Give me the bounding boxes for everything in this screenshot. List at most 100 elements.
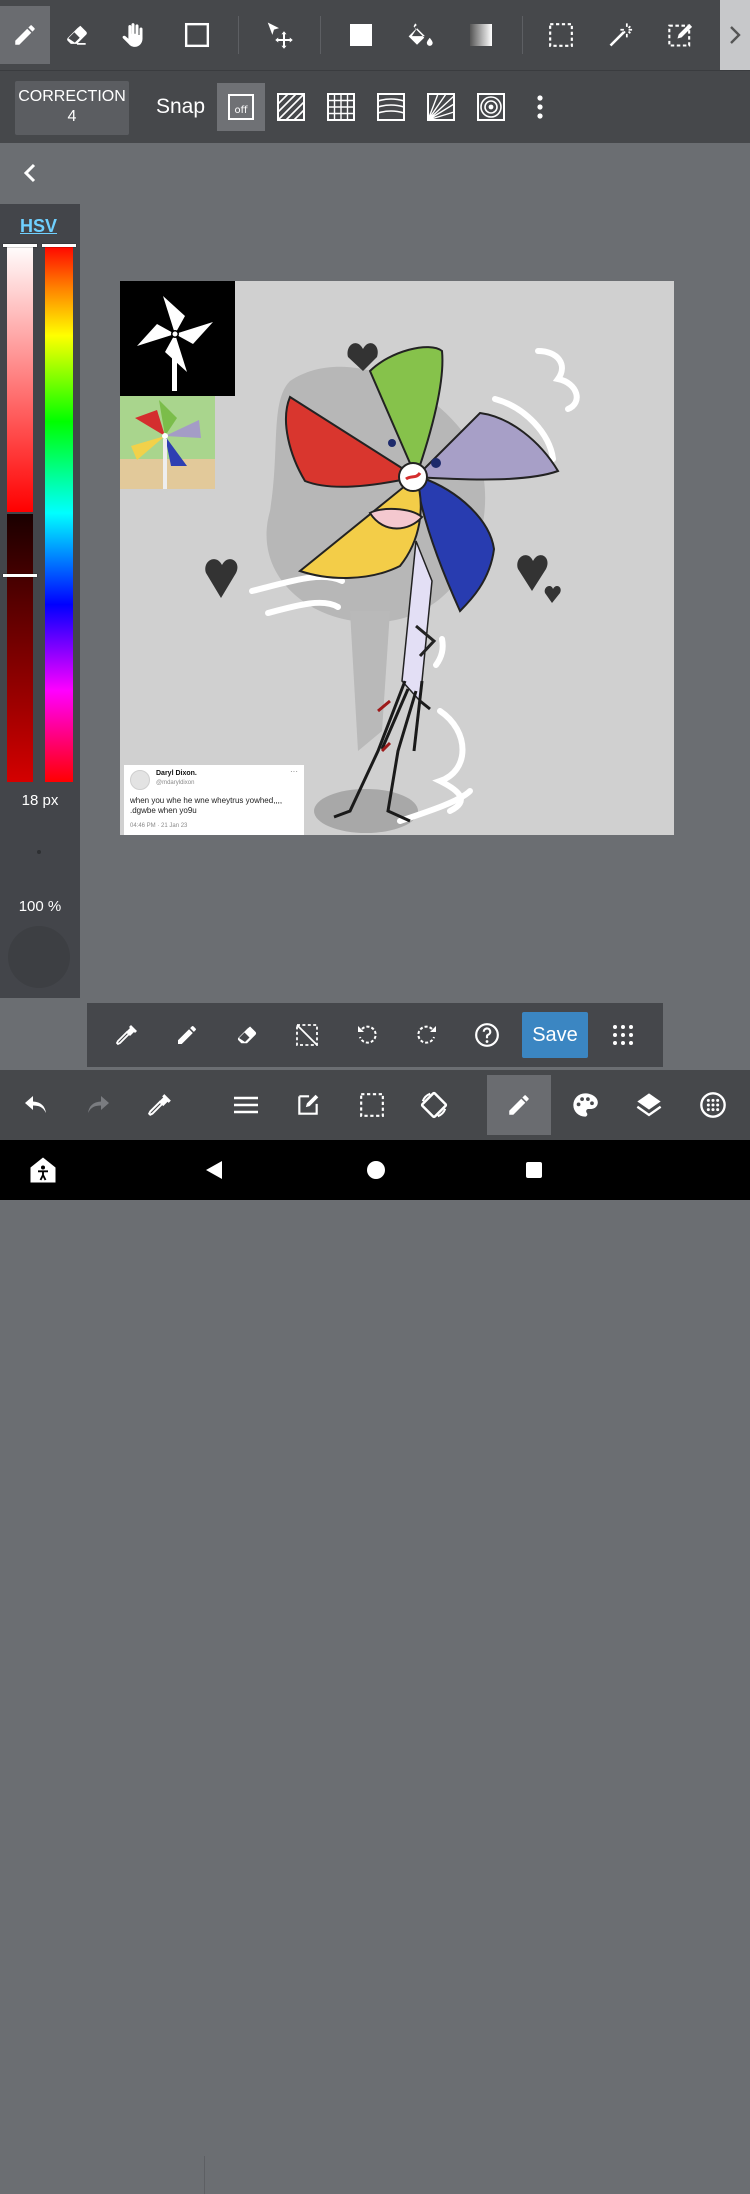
saturation-slider[interactable] <box>7 244 33 512</box>
eraser-tool-button[interactable] <box>52 6 102 64</box>
tweet-author-name: Daryl Dixon. <box>156 770 197 777</box>
save-button[interactable]: Save <box>522 1012 588 1058</box>
collapse-panel-button[interactable] <box>14 158 46 188</box>
home-accessibility-icon <box>30 1157 56 1183</box>
redo-button[interactable] <box>66 1075 130 1135</box>
brush-panel-button[interactable] <box>487 1075 551 1135</box>
magic-wand-tool-button[interactable] <box>596 6 646 64</box>
select-pen-icon <box>668 23 693 47</box>
hue-slider[interactable] <box>45 244 73 782</box>
more-vertical-icon <box>537 95 543 119</box>
pencil-icon <box>15 25 35 45</box>
accessibility-button[interactable] <box>26 1154 60 1186</box>
tweet-avatar <box>130 770 150 790</box>
square-outline-icon <box>184 22 210 48</box>
toolbar-more-button[interactable] <box>720 0 750 70</box>
eraser-icon <box>237 1026 257 1044</box>
quick-actions-bar: Save <box>87 1003 663 1067</box>
filled-square-icon <box>350 24 372 46</box>
undo-icon <box>25 1096 46 1113</box>
snap-more-button[interactable] <box>516 83 564 131</box>
layers-button[interactable] <box>617 1075 681 1135</box>
rectangle-tool-button[interactable] <box>172 6 222 64</box>
tweet-author-handle: @mdaryldixon <box>156 780 195 786</box>
snap-radial-icon <box>427 93 455 121</box>
brush-size-value[interactable]: 18 px <box>0 792 80 809</box>
rotate-left-icon <box>358 1025 377 1044</box>
tweet-menu: ··· <box>290 767 298 776</box>
opacity-value[interactable]: 100 % <box>0 898 80 915</box>
snap-parallel-icon <box>277 93 305 121</box>
snap-grid-button[interactable] <box>317 83 365 131</box>
help-button[interactable] <box>467 1015 507 1055</box>
nav-back-button[interactable] <box>196 1154 232 1186</box>
snap-radial-button[interactable] <box>417 83 465 131</box>
snap-concentric-button[interactable] <box>467 83 515 131</box>
color-palette-button[interactable] <box>553 1075 617 1135</box>
hand-tool-button[interactable] <box>108 6 158 64</box>
value-slider[interactable] <box>7 514 33 782</box>
snap-concentric-icon <box>477 93 505 121</box>
eyedropper-icon <box>147 1094 171 1116</box>
move-tool-button[interactable] <box>254 6 304 64</box>
undo-rotate-button[interactable] <box>347 1015 387 1055</box>
correction-button[interactable]: CORRECTION 4 <box>15 81 129 135</box>
opacity-dial[interactable] <box>8 926 70 988</box>
color-panel: HSV 18 px 100 % <box>0 204 80 998</box>
deselect-icon <box>296 1024 318 1046</box>
selection-button[interactable] <box>340 1075 404 1135</box>
help-icon <box>475 1023 499 1047</box>
select-pen-tool-button[interactable] <box>656 6 706 64</box>
menu-button[interactable] <box>214 1075 278 1135</box>
artwork-illustration <box>120 281 580 833</box>
pen-quick-button[interactable] <box>167 1015 207 1055</box>
snap-curve-icon <box>377 93 405 121</box>
main-toolbar <box>0 1070 750 2194</box>
circle-home-icon <box>367 1161 385 1179</box>
drawing-canvas[interactable]: Daryl Dixon. @mdaryldixon ··· when you w… <box>120 281 674 835</box>
snap-off-button[interactable]: off <box>217 83 265 131</box>
top-toolbar <box>0 0 750 70</box>
eraser-quick-button[interactable] <box>227 1015 267 1055</box>
eyedropper-icon <box>115 1025 137 1046</box>
pencil-icon <box>509 1095 529 1115</box>
hand-icon <box>122 23 143 47</box>
material-globe-icon <box>700 1092 726 1118</box>
bucket-tool-button[interactable] <box>396 6 446 64</box>
sub-toolbar: CORRECTION 4 Snap off <box>0 70 750 143</box>
palette-icon <box>573 1093 598 1117</box>
magic-wand-icon <box>609 23 633 47</box>
deselect-button[interactable] <box>287 1015 327 1055</box>
redo-rotate-button[interactable] <box>407 1015 447 1055</box>
marquee-select-icon <box>549 23 573 47</box>
layers-icon <box>636 1093 662 1117</box>
gradient-tool-button[interactable] <box>456 6 506 64</box>
snap-curve-button[interactable] <box>367 83 415 131</box>
hue-handle[interactable] <box>42 244 76 247</box>
undo-button[interactable] <box>4 1075 68 1135</box>
rotate-canvas-button[interactable] <box>402 1075 466 1135</box>
edit-button[interactable] <box>276 1075 340 1135</box>
square-recents-icon <box>526 1162 542 1178</box>
value-handle[interactable] <box>3 574 37 577</box>
grid-menu-button[interactable] <box>603 1015 643 1055</box>
screen-rotation-icon <box>420 1091 448 1119</box>
hsv-mode-tab[interactable]: HSV <box>20 216 57 237</box>
select-tool-button[interactable] <box>536 6 586 64</box>
marquee-select-icon <box>360 1093 384 1117</box>
hamburger-menu-icon <box>234 1096 258 1114</box>
material-button[interactable] <box>681 1075 745 1135</box>
saturation-handle[interactable] <box>3 244 37 247</box>
snap-off-label: off <box>234 105 248 116</box>
brush-size-preview <box>37 850 41 854</box>
pen-tool-button[interactable] <box>0 6 50 64</box>
snap-parallel-button[interactable] <box>267 83 315 131</box>
fill-rectangle-tool-button[interactable] <box>336 6 386 64</box>
eraser-icon <box>67 25 87 45</box>
pencil-icon <box>178 1025 196 1044</box>
eyedropper-main-button[interactable] <box>128 1075 192 1135</box>
tweet-screenshot: Daryl Dixon. @mdaryldixon ··· when you w… <box>124 765 304 835</box>
nav-home-button[interactable] <box>358 1154 394 1186</box>
eyedropper-button[interactable] <box>107 1015 147 1055</box>
nav-recents-button[interactable] <box>516 1154 552 1186</box>
